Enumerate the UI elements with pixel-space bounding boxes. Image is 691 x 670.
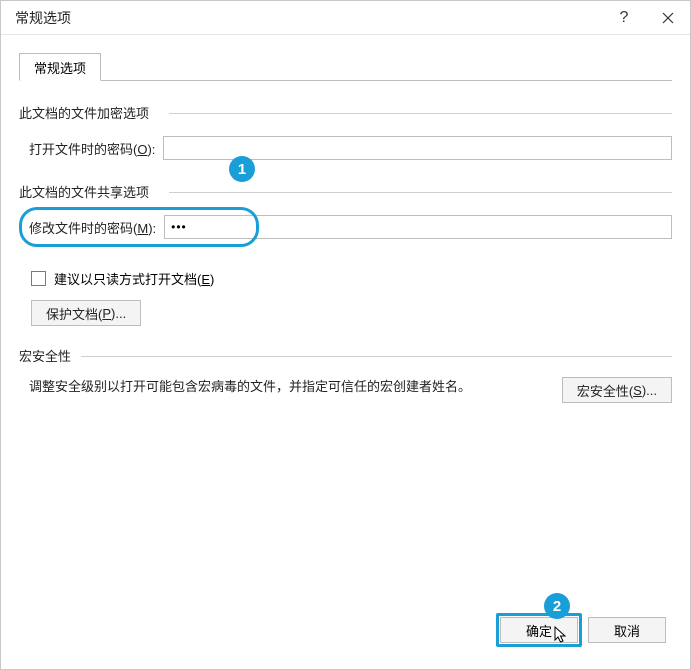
help-icon: ? <box>620 9 629 27</box>
tab-underline <box>19 80 672 81</box>
macro-button-col: 宏安全性(S)... <box>562 377 672 403</box>
section-macro-title: 宏安全性 <box>19 346 672 365</box>
dialog-window: 常规选项 ? 常规选项 此文档的文件加密选项 打开文件时的密码(O): <box>0 0 691 670</box>
label-readonly: 建议以只读方式打开文档(E) <box>54 269 214 288</box>
label-modify-password: 修改文件时的密码(M): <box>29 218 156 237</box>
ok-button-wrap: 确定 <box>500 617 578 643</box>
label-open-password: 打开文件时的密码(O): <box>29 139 155 158</box>
macro-description: 调整安全级别以打开可能包含宏病毒的文件，并指定可信任的宏创建者姓名。 <box>29 377 562 397</box>
input-modify-password[interactable] <box>164 215 672 239</box>
titlebar: 常规选项 ? <box>1 1 690 35</box>
section-macro-security: 宏安全性 调整安全级别以打开可能包含宏病毒的文件，并指定可信任的宏创建者姓名。 … <box>19 346 672 403</box>
ok-label: 确定 <box>526 621 552 640</box>
tabstrip: 常规选项 <box>19 53 672 81</box>
close-icon <box>662 12 674 24</box>
spacer <box>19 403 672 605</box>
bottom-bar: 确定 取消 <box>19 605 672 655</box>
button-macro-security[interactable]: 宏安全性(S)... <box>562 377 672 403</box>
section-encryption: 此文档的文件加密选项 打开文件时的密码(O): <box>19 103 672 160</box>
help-button[interactable]: ? <box>602 1 646 35</box>
titlebar-title: 常规选项 <box>15 8 602 28</box>
row-open-password: 打开文件时的密码(O): <box>19 136 672 160</box>
cancel-label: 取消 <box>614 621 640 640</box>
button-protect-document[interactable]: 保护文档(P)... <box>31 300 141 326</box>
input-open-password[interactable] <box>163 136 672 160</box>
row-readonly-suggest: 建议以只读方式打开文档(E) <box>19 269 672 288</box>
row-macro: 调整安全级别以打开可能包含宏病毒的文件，并指定可信任的宏创建者姓名。 宏安全性(… <box>19 377 672 403</box>
cancel-button[interactable]: 取消 <box>588 617 666 643</box>
row-modify-password: 修改文件时的密码(M): <box>19 215 672 239</box>
close-button[interactable] <box>646 1 690 35</box>
row-protect-doc: 保护文档(P)... <box>19 300 672 326</box>
dialog-content: 常规选项 此文档的文件加密选项 打开文件时的密码(O): 此文档的文件共享选项 … <box>1 35 690 669</box>
ok-button[interactable]: 确定 <box>500 617 578 643</box>
section-sharing-title: 此文档的文件共享选项 <box>19 182 672 201</box>
tab-general-options[interactable]: 常规选项 <box>19 53 101 81</box>
section-sharing: 此文档的文件共享选项 1 修改文件时的密码(M): 建议以只读方式打开文档(E) <box>19 182 672 326</box>
tab-label: 常规选项 <box>34 58 86 77</box>
section-encryption-title: 此文档的文件加密选项 <box>19 103 672 122</box>
checkbox-readonly[interactable] <box>31 271 46 286</box>
